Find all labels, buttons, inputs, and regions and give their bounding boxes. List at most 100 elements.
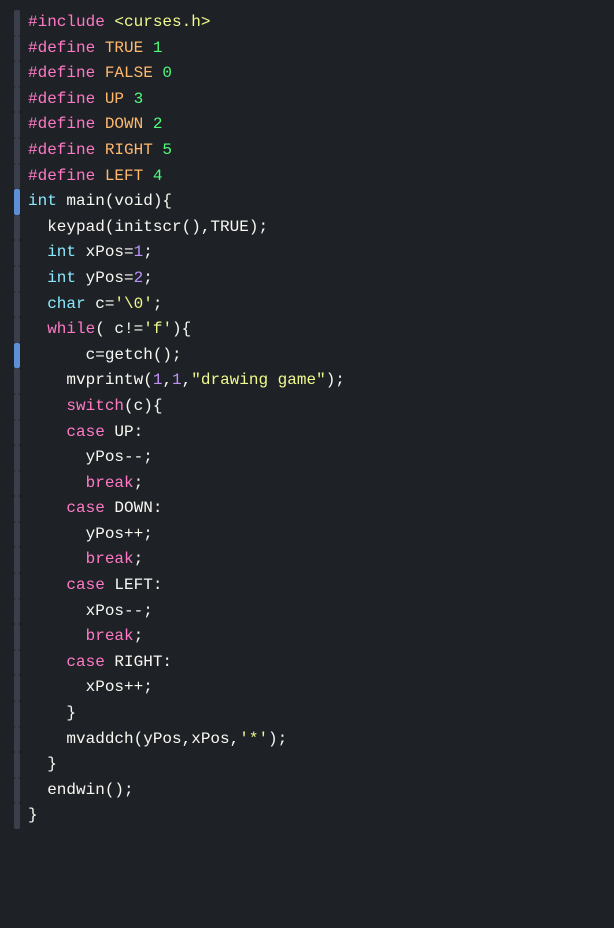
token: xPos++; <box>28 678 153 696</box>
token: int <box>47 269 76 287</box>
code-line: #define FALSE 0 <box>14 61 600 87</box>
token <box>28 550 86 568</box>
line-bar <box>14 624 20 650</box>
token: case <box>66 576 104 594</box>
token: while <box>47 320 95 338</box>
token <box>28 627 86 645</box>
token: , <box>162 371 172 389</box>
token: #define <box>28 64 105 82</box>
token: ; <box>134 627 144 645</box>
line-bar <box>14 87 20 113</box>
code-line: int yPos=2; <box>14 266 600 292</box>
line-code: #define UP 3 <box>28 87 600 113</box>
token: endwin(); <box>28 781 134 799</box>
code-line: break; <box>14 471 600 497</box>
line-bar <box>14 164 20 190</box>
token: RIGHT <box>105 141 163 159</box>
line-code: #define LEFT 4 <box>28 164 600 190</box>
line-code: keypad(initscr(),TRUE); <box>28 215 600 241</box>
line-code: break; <box>28 624 600 650</box>
token: ; <box>143 243 153 261</box>
token: ; <box>143 269 153 287</box>
line-code: int xPos=1; <box>28 240 600 266</box>
code-line: break; <box>14 624 600 650</box>
code-line: char c='\0'; <box>14 292 600 318</box>
token: LEFT: <box>105 576 163 594</box>
line-bar <box>14 471 20 497</box>
line-bar <box>14 36 20 62</box>
line-code: case LEFT: <box>28 573 600 599</box>
line-code: mvaddch(yPos,xPos,'*'); <box>28 727 600 753</box>
token: mvprintw( <box>28 371 153 389</box>
token: ; <box>153 295 163 313</box>
line-bar <box>14 778 20 804</box>
code-line: #define UP 3 <box>14 87 600 113</box>
token: 'f' <box>143 320 172 338</box>
code-line: xPos--; <box>14 599 600 625</box>
token: ){ <box>172 320 191 338</box>
token <box>28 499 66 517</box>
token: #define <box>28 167 105 185</box>
line-code: #define RIGHT 5 <box>28 138 600 164</box>
code-line: int xPos=1; <box>14 240 600 266</box>
line-code: yPos--; <box>28 445 600 471</box>
token: ; <box>134 550 144 568</box>
line-bar <box>14 189 20 215</box>
line-bar <box>14 547 20 573</box>
token: case <box>66 653 104 671</box>
token <box>28 653 66 671</box>
line-code: case RIGHT: <box>28 650 600 676</box>
token: break <box>86 550 134 568</box>
token: } <box>28 704 76 722</box>
line-code: switch(c){ <box>28 394 600 420</box>
line-code: #define DOWN 2 <box>28 112 600 138</box>
token: xPos= <box>76 243 134 261</box>
code-line: yPos++; <box>14 522 600 548</box>
token: DOWN: <box>105 499 163 517</box>
line-code: while( c!='f'){ <box>28 317 600 343</box>
code-line: keypad(initscr(),TRUE); <box>14 215 600 241</box>
code-line: break; <box>14 547 600 573</box>
line-bar <box>14 343 20 369</box>
token: ); <box>268 730 287 748</box>
line-bar <box>14 292 20 318</box>
line-bar <box>14 650 20 676</box>
token: 4 <box>153 167 163 185</box>
token: case <box>66 499 104 517</box>
token: break <box>86 474 134 492</box>
token <box>28 423 66 441</box>
token: FALSE <box>105 64 163 82</box>
token: } <box>28 806 38 824</box>
token: RIGHT: <box>105 653 172 671</box>
token: yPos++; <box>28 525 153 543</box>
token: ( c!= <box>95 320 143 338</box>
line-bar <box>14 368 20 394</box>
line-bar <box>14 803 20 829</box>
code-line: mvprintw(1,1,"drawing game"); <box>14 368 600 394</box>
token <box>28 346 66 364</box>
code-line: while( c!='f'){ <box>14 317 600 343</box>
token <box>28 243 47 261</box>
token: #define <box>28 39 105 57</box>
line-code: break; <box>28 547 600 573</box>
token: <curses.h> <box>114 13 210 31</box>
line-code: c=getch(); <box>28 343 600 369</box>
line-code: case DOWN: <box>28 496 600 522</box>
line-bar <box>14 522 20 548</box>
line-code: endwin(); <box>28 778 600 804</box>
token: switch <box>66 397 124 415</box>
line-code: break; <box>28 471 600 497</box>
code-line: endwin(); <box>14 778 600 804</box>
token <box>28 474 86 492</box>
token: 2 <box>134 269 144 287</box>
line-bar <box>14 317 20 343</box>
code-line: switch(c){ <box>14 394 600 420</box>
token: 1 <box>134 243 144 261</box>
line-bar <box>14 573 20 599</box>
line-code: } <box>28 803 600 829</box>
token <box>28 320 47 338</box>
code-line: yPos--; <box>14 445 600 471</box>
token: (c){ <box>124 397 162 415</box>
code-line: case DOWN: <box>14 496 600 522</box>
line-bar <box>14 445 20 471</box>
